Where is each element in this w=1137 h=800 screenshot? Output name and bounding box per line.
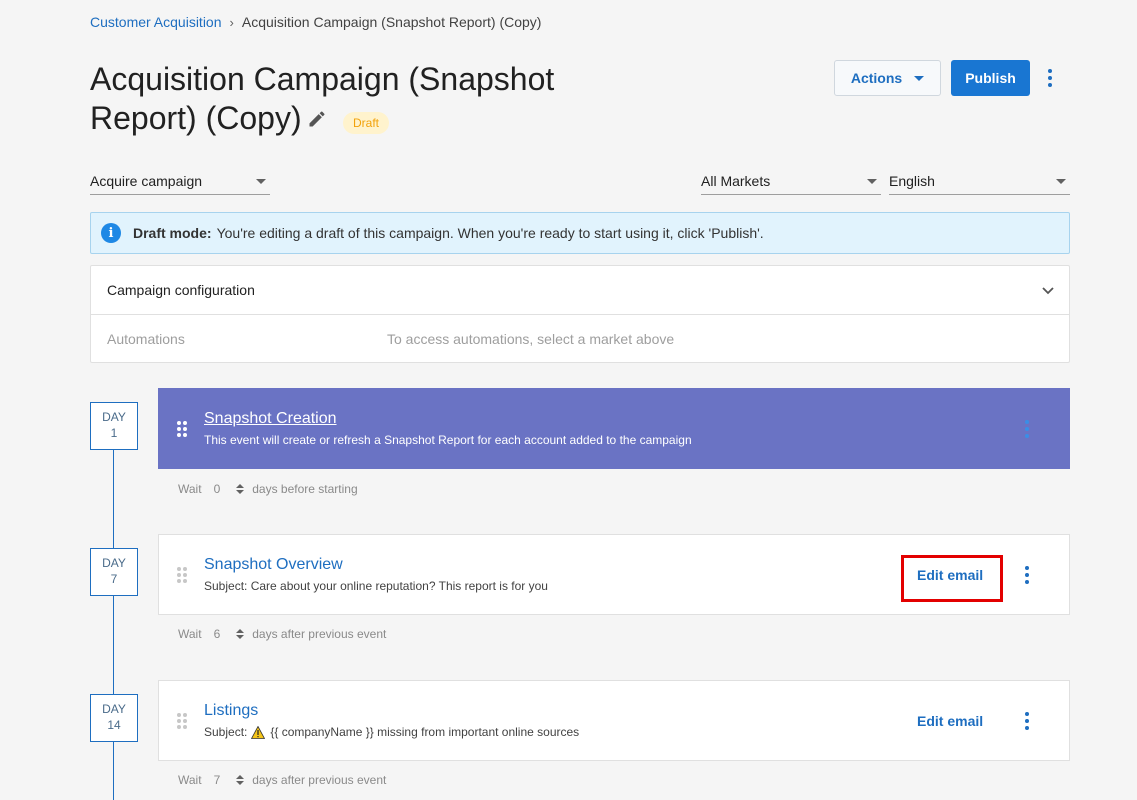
event-description: This event will create or refresh a Snap…: [204, 433, 692, 447]
subject-prefix: Subject:: [204, 725, 248, 739]
more-options-icon[interactable]: [1040, 64, 1060, 92]
subject-prefix: Subject:: [204, 579, 248, 593]
banner-title: Draft mode:: [133, 225, 212, 241]
event-more-options-icon[interactable]: [1017, 417, 1037, 441]
warning-icon: [251, 725, 266, 739]
wait-row: Wait 6 days after previous event: [178, 627, 386, 641]
event-card-snapshot-overview[interactable]: Snapshot Overview Subject: Care about yo…: [158, 534, 1070, 615]
wait-value-input[interactable]: 6: [214, 627, 221, 641]
event-subject: Subject: Care about your online reputati…: [204, 579, 548, 593]
edit-email-button[interactable]: Edit email: [917, 567, 983, 583]
event-card-listings[interactable]: Listings Subject: {{ companyName }} miss…: [158, 680, 1070, 761]
event-more-options-icon[interactable]: [1017, 709, 1037, 733]
wait-row: Wait 7 days after previous event: [178, 773, 386, 787]
event-more-options-icon[interactable]: [1017, 563, 1037, 587]
publish-button[interactable]: Publish: [951, 60, 1030, 96]
actions-dropdown-button[interactable]: Actions: [834, 60, 941, 96]
wait-stepper-icon[interactable]: [236, 775, 245, 785]
campaign-configuration-toggle[interactable]: Campaign configuration: [91, 266, 1069, 315]
event-subject: Subject: {{ companyName }} missing from …: [204, 725, 579, 739]
actions-button-label: Actions: [850, 70, 903, 86]
automations-row: Automations To access automations, selec…: [91, 315, 1069, 363]
chevron-down-icon: [1042, 287, 1054, 295]
breadcrumb-current: Acquisition Campaign (Snapshot Report) (…: [241, 14, 542, 30]
drag-handle-icon[interactable]: [177, 567, 187, 583]
wait-label: Wait: [178, 482, 202, 496]
wait-suffix: days after previous event: [252, 773, 387, 787]
event-card-snapshot-creation[interactable]: Snapshot Creation This event will create…: [158, 388, 1070, 469]
day-number: 14: [107, 718, 121, 732]
wait-row: Wait 0 days before starting: [178, 482, 358, 496]
campaign-configuration-card: Campaign configuration Automations To ac…: [90, 265, 1070, 363]
info-icon: i: [101, 223, 121, 243]
wait-value-input[interactable]: 0: [214, 482, 221, 496]
edit-title-pencil-icon[interactable]: [305, 107, 329, 131]
campaign-type-select[interactable]: Acquire campaign: [90, 171, 270, 195]
drag-handle-icon[interactable]: [177, 713, 187, 729]
event-title[interactable]: Snapshot Creation: [204, 410, 337, 428]
breadcrumb-customer-acquisition-link[interactable]: Customer Acquisition: [90, 14, 222, 30]
caret-down-icon: [1056, 179, 1066, 184]
wait-stepper-icon[interactable]: [236, 629, 245, 639]
day-marker: DAY 14: [90, 694, 138, 742]
breadcrumb: Customer Acquisition › Acquisition Campa…: [90, 14, 541, 30]
caret-down-icon: [256, 179, 266, 184]
day-number: 7: [110, 572, 118, 586]
day-marker: DAY 7: [90, 548, 138, 596]
campaign-configuration-label: Campaign configuration: [107, 282, 255, 298]
title-extras: Draft: [305, 104, 390, 134]
edit-email-button[interactable]: Edit email: [917, 713, 983, 729]
automations-message: To access automations, select a market a…: [387, 331, 675, 347]
breadcrumb-separator: ›: [229, 14, 234, 30]
wait-suffix: days after previous event: [252, 627, 387, 641]
day-marker: DAY 1: [90, 402, 138, 450]
draft-mode-banner: i Draft mode: You're editing a draft of …: [90, 212, 1070, 254]
subject-text: {{ companyName }} missing from important…: [270, 725, 580, 739]
caret-down-icon: [914, 75, 925, 81]
wait-label: Wait: [178, 627, 202, 641]
day-label: DAY: [102, 702, 126, 716]
market-select[interactable]: All Markets: [701, 171, 881, 195]
event-title[interactable]: Listings: [204, 702, 258, 720]
day-label: DAY: [102, 410, 126, 424]
day-label: DAY: [102, 556, 126, 570]
wait-label: Wait: [178, 773, 202, 787]
drag-handle-icon[interactable]: [177, 421, 187, 437]
status-badge: Draft: [343, 112, 390, 134]
wait-value-input[interactable]: 7: [214, 773, 221, 787]
subject-text: Care about your online reputation? This …: [250, 579, 548, 593]
day-number: 1: [110, 426, 118, 440]
wait-suffix: days before starting: [252, 482, 358, 496]
event-description-text: This event will create or refresh a Snap…: [204, 433, 692, 447]
market-value: All Markets: [701, 173, 771, 189]
automations-label: Automations: [107, 331, 185, 347]
language-value: English: [889, 173, 935, 189]
timeline-line: [113, 450, 114, 800]
campaign-type-value: Acquire campaign: [90, 173, 203, 189]
wait-stepper-icon[interactable]: [236, 484, 245, 494]
caret-down-icon: [867, 179, 877, 184]
language-select[interactable]: English: [889, 171, 1070, 195]
event-title[interactable]: Snapshot Overview: [204, 556, 343, 574]
banner-text: You're editing a draft of this campaign.…: [216, 225, 764, 241]
